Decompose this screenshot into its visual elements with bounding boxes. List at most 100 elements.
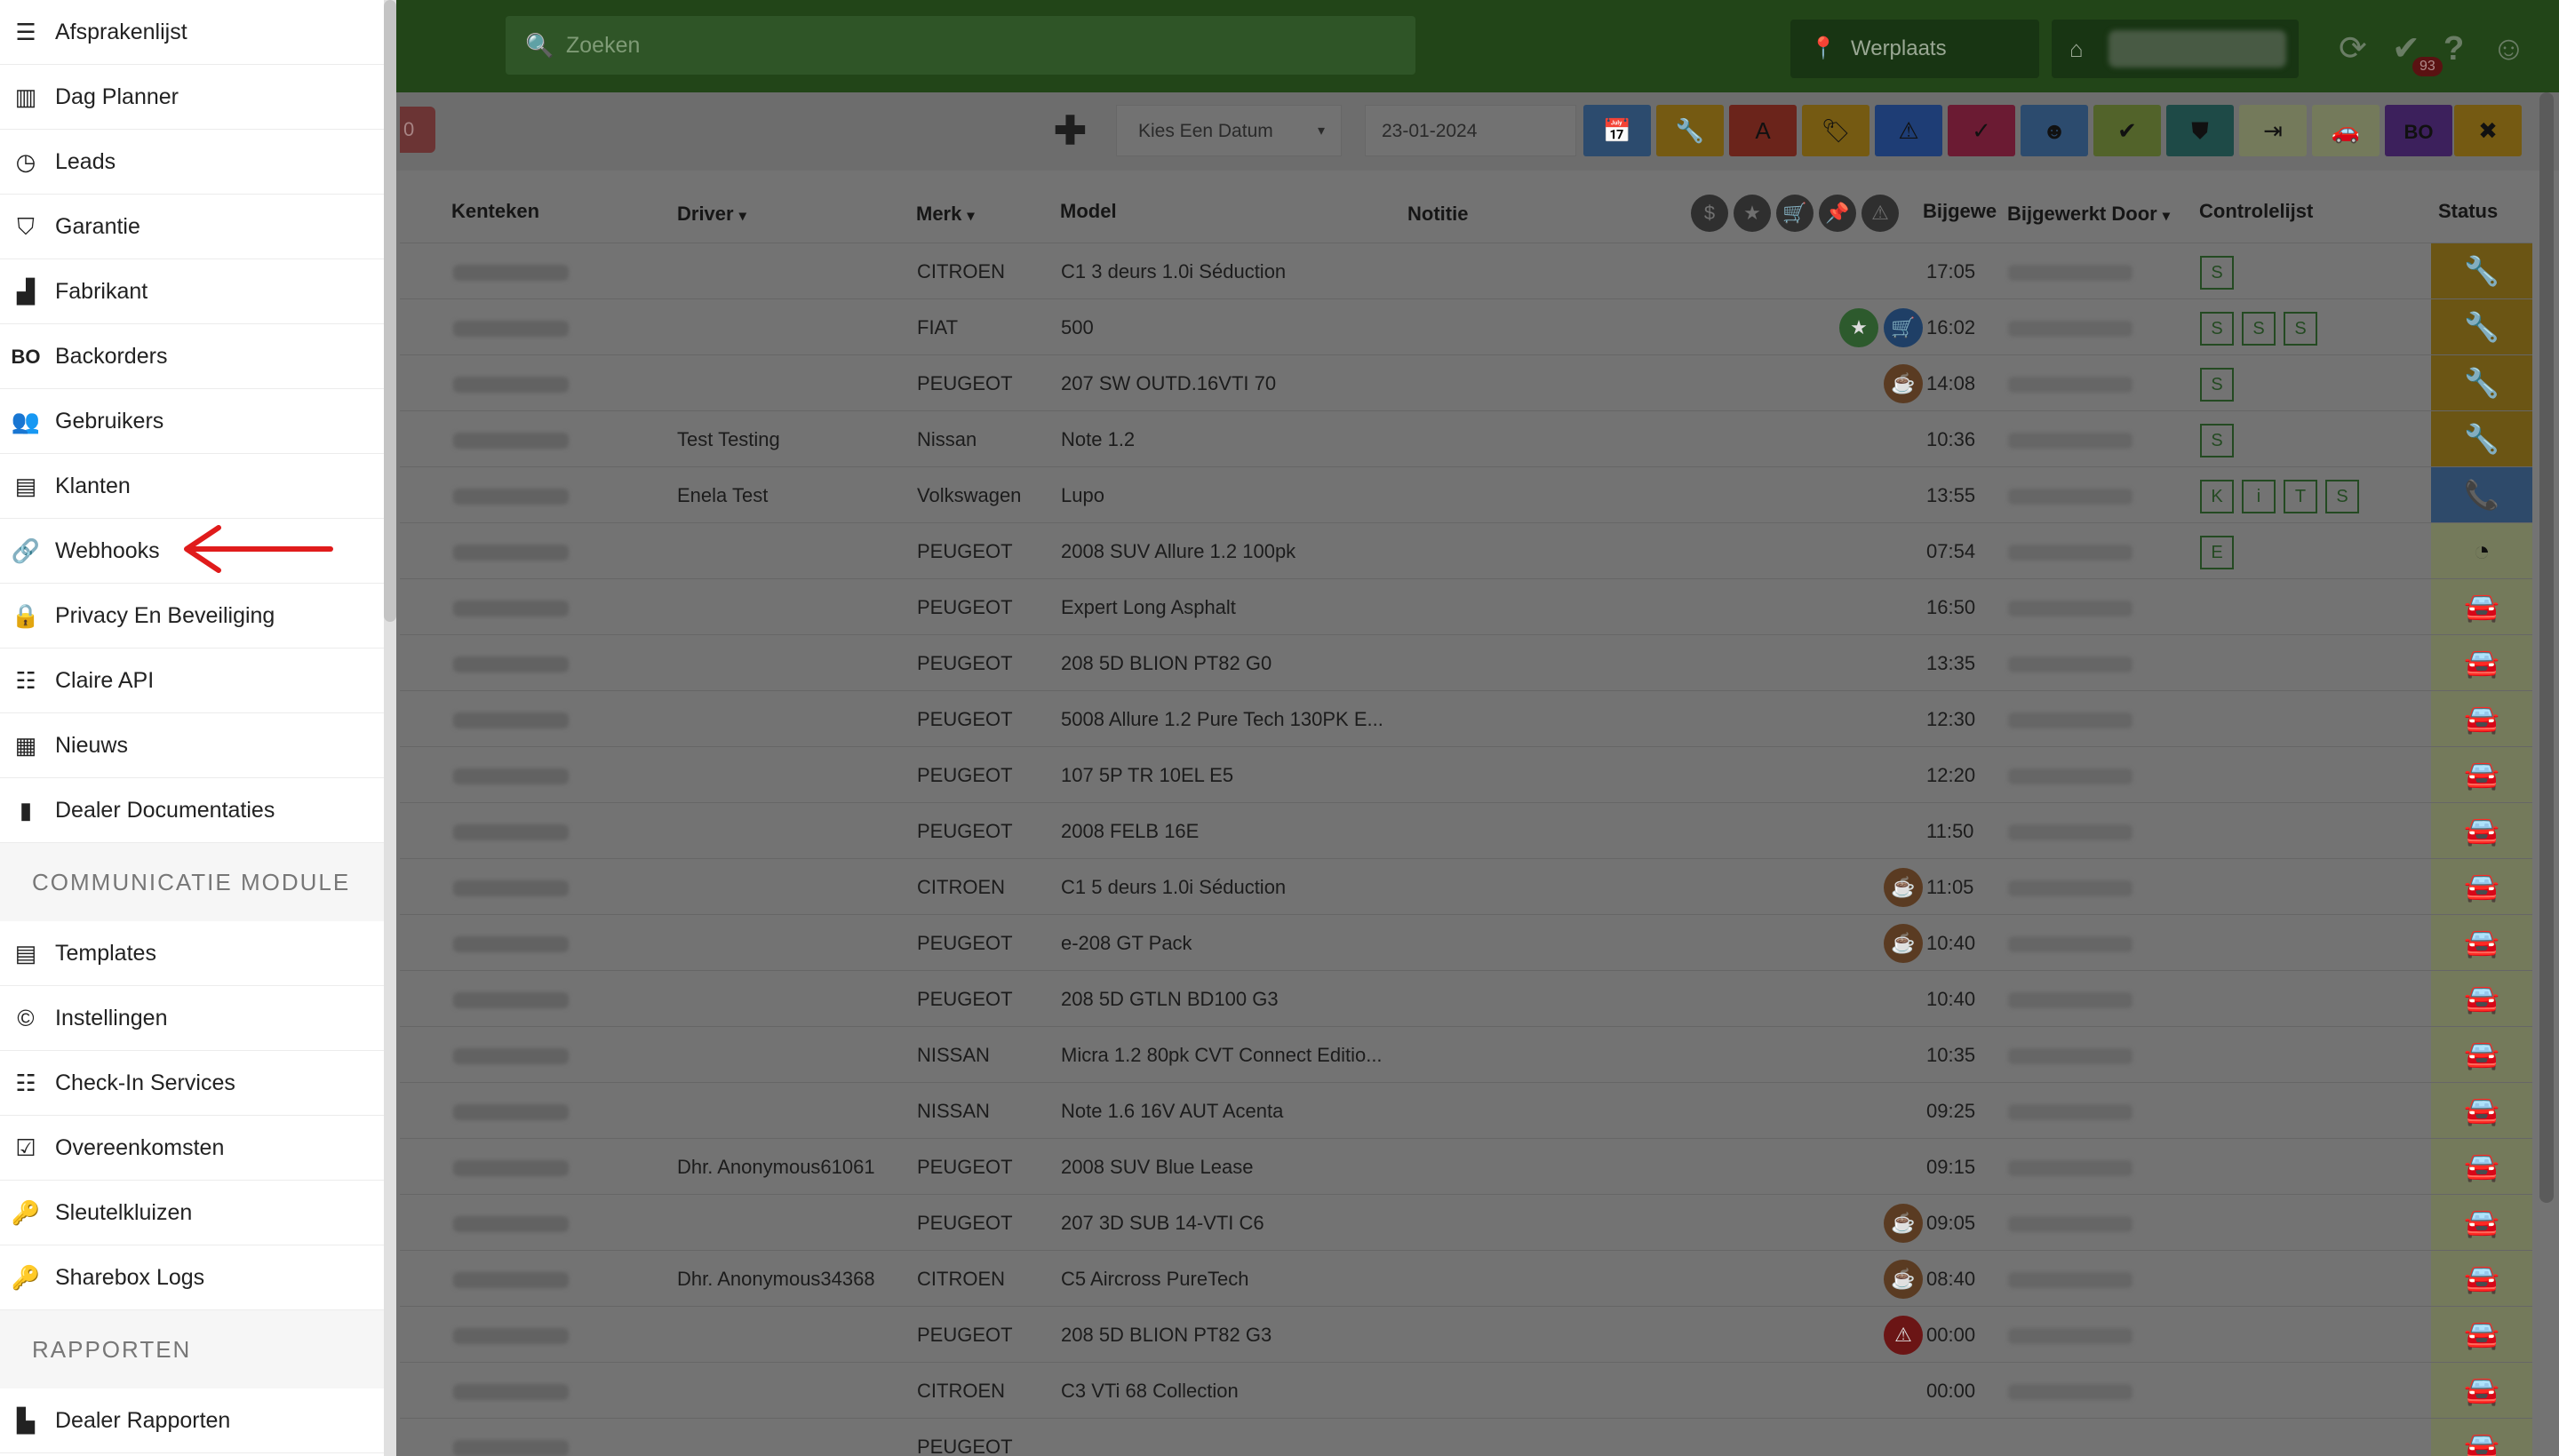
table-row[interactable]: PEUGEOT 107 5P TR 10EL E5 12:20 🚘 — [400, 746, 2532, 803]
sidebar-item-check-in-services[interactable]: ☷ Check-In Services — [0, 1051, 384, 1116]
page-scrollbar[interactable] — [2539, 92, 2554, 1203]
sidebar-item-dealer-documentaties[interactable]: ▮ Dealer Documentaties — [0, 778, 384, 843]
sidebar-item-claire-api[interactable]: ☷ Claire API — [0, 648, 384, 713]
coffee-icon[interactable]: ☕ — [1884, 364, 1923, 403]
status-button[interactable]: 🚘 — [2431, 635, 2532, 691]
checklist-badge[interactable]: S — [2325, 480, 2359, 513]
col-bijgewerkt-door[interactable]: Bijgewerkt Door ▾ — [2007, 203, 2170, 226]
col-controlelijst[interactable]: Controlelijst — [2199, 200, 2313, 223]
sidebar-item-templates[interactable]: ▤ Templates — [0, 921, 384, 986]
table-row[interactable]: PEUGEOT e-208 GT Pack ☕ 10:40 🚘 — [400, 914, 2532, 971]
sidebar-item-nieuws[interactable]: ▦ Nieuws — [0, 713, 384, 778]
status-button[interactable]: 🔧 — [2431, 355, 2532, 411]
sidebar-item-leads[interactable]: ◷ Leads — [0, 130, 384, 195]
pin-filter-icon[interactable]: 📌 — [1819, 195, 1856, 232]
warning-icon[interactable]: ⚠ — [1884, 1316, 1923, 1355]
table-row[interactable]: PEUGEOT Expert Long Asphalt 16:50 🚘 — [400, 578, 2532, 635]
status-button[interactable]: 🔧 — [2431, 299, 2532, 355]
table-row[interactable]: FIAT 500 ★ 🛒 16:02 S S S 🔧 — [400, 298, 2532, 355]
status-button[interactable]: 🚘 — [2431, 1139, 2532, 1195]
filter-cancel-button[interactable]: ✖ — [2454, 105, 2522, 156]
col-bijgewerkt[interactable]: Bijgewe — [1923, 200, 2003, 223]
table-row[interactable]: PEUGEOT 2008 FELB 16E 11:50 🚘 — [400, 802, 2532, 859]
add-appointment-button[interactable]: ✚ — [1054, 112, 1087, 151]
help-icon[interactable]: ? — [2443, 32, 2464, 66]
refresh-icon[interactable]: ⟳ — [2339, 32, 2367, 66]
table-row[interactable]: PEUGEOT 208 5D BLION PT82 G0 13:35 🚘 — [400, 634, 2532, 691]
checklist-badge[interactable]: S — [2200, 424, 2234, 457]
checklist-badge[interactable]: S — [2284, 312, 2317, 346]
checklist-badge[interactable]: T — [2284, 480, 2317, 513]
status-button[interactable]: 🚘 — [2431, 579, 2532, 635]
warning-filter-icon[interactable]: ⚠ — [1861, 195, 1899, 232]
status-button[interactable]: 🚘 — [2431, 1195, 2532, 1251]
col-notitie[interactable]: Notitie — [1407, 203, 1468, 226]
status-button[interactable]: 🚘 — [2431, 1083, 2532, 1139]
sidebar-item-backorders[interactable]: BO Backorders — [0, 324, 384, 389]
checklist-badge[interactable]: S — [2200, 312, 2234, 346]
status-button[interactable]: 🚘 — [2431, 691, 2532, 747]
coffee-icon[interactable]: ☕ — [1884, 868, 1923, 907]
sidebar-scrollbar-thumb[interactable] — [384, 0, 396, 622]
checklist-badge[interactable]: i — [2242, 480, 2276, 513]
status-button[interactable]: ◔ — [2431, 523, 2532, 579]
date-select[interactable]: Kies Een Datum ▾ — [1116, 105, 1342, 156]
sidebar-item-sleutelkluizen[interactable]: 🔑 Sleutelkluizen — [0, 1181, 384, 1245]
checklist-badge[interactable]: E — [2200, 536, 2234, 569]
sidebar-item-dealer-rapporten[interactable]: ▙ Dealer Rapporten — [0, 1388, 384, 1453]
table-row[interactable]: NISSAN Note 1.6 16V AUT Acenta 09:25 🚘 — [400, 1082, 2532, 1139]
status-button[interactable]: 🚘 — [2431, 1363, 2532, 1419]
checklist-badge[interactable]: S — [2200, 256, 2234, 290]
cart-icon[interactable]: 🛒 — [1884, 308, 1923, 347]
sidebar-item-garantie[interactable]: ⛉ Garantie — [0, 195, 384, 259]
coffee-icon[interactable]: ☕ — [1884, 1260, 1923, 1299]
filter-user-check-button[interactable]: ✓ — [1948, 105, 2015, 156]
status-button[interactable]: 🚘 — [2431, 1027, 2532, 1083]
table-row[interactable]: CITROEN C1 5 deurs 1.0i Séduction ☕ 11:05 🚘 — [400, 858, 2532, 915]
filter-warning-button[interactable]: ⚠ — [1875, 105, 1942, 156]
status-button[interactable]: 🚘 — [2431, 803, 2532, 859]
table-row[interactable]: PEUGEOT 🚘 — [400, 1418, 2532, 1456]
star-filter-icon[interactable]: ★ — [1734, 195, 1771, 232]
filter-calendar-button[interactable]: 📅 — [1583, 105, 1651, 156]
status-button[interactable]: 🔧 — [2431, 243, 2532, 299]
dollar-filter-icon[interactable]: $ — [1691, 195, 1728, 232]
status-button[interactable]: 🚘 — [2431, 1419, 2532, 1456]
table-row[interactable]: PEUGEOT 5008 Allure 1.2 Pure Tech 130PK E… — [400, 690, 2532, 747]
filter-backorder-button[interactable]: BO — [2385, 105, 2452, 156]
sidebar-item-sharebox-logs[interactable]: 🔑 Sharebox Logs — [0, 1245, 384, 1310]
sidebar-item-klanten[interactable]: ▤ Klanten — [0, 454, 384, 519]
date-input[interactable]: 23-01-2024 — [1365, 105, 1576, 156]
user-icon[interactable]: ☺ — [2491, 32, 2526, 66]
star-icon[interactable]: ★ — [1839, 308, 1878, 347]
table-row[interactable]: Dhr. Anonymous34368 CITROEN C5 Aircross Pu… — [400, 1250, 2532, 1307]
status-button[interactable]: 📞 — [2431, 467, 2532, 523]
col-status[interactable]: Status — [2438, 200, 2498, 223]
filter-smile-button[interactable]: ☻ — [2021, 105, 2088, 156]
sidebar-item-instellingen[interactable]: © Instellingen — [0, 986, 384, 1051]
status-button[interactable]: 🚘 — [2431, 747, 2532, 803]
sidebar-item-privacy-en-beveiliging[interactable]: 🔒 Privacy En Beveiliging — [0, 584, 384, 648]
status-button[interactable]: 🚘 — [2431, 859, 2532, 915]
filter-a-letter-button[interactable]: A — [1729, 105, 1797, 156]
partial-red-button[interactable]: 0 — [400, 107, 435, 153]
col-merk[interactable]: Merk ▾ — [916, 203, 975, 226]
status-button[interactable]: 🚘 — [2431, 971, 2532, 1027]
table-row[interactable]: PEUGEOT 207 3D SUB 14-VTI C6 ☕ 09:05 🚘 — [400, 1194, 2532, 1251]
col-driver[interactable]: Driver ▾ — [677, 203, 746, 226]
table-row[interactable]: CITROEN C3 VTi 68 Collection 00:00 🚘 — [400, 1362, 2532, 1419]
sidebar-item-afsprakenlijst[interactable]: ☰ Afsprakenlijst — [0, 0, 384, 65]
table-row[interactable]: Enela Test Volkswagen Lupo 13:55 Ki T S 📞 — [400, 466, 2532, 523]
status-button[interactable]: 🔧 — [2431, 411, 2532, 467]
table-row[interactable]: PEUGEOT 207 SW OUTD.16VTI 70 ☕ 14:08 S 🔧 — [400, 354, 2532, 411]
sidebar-item-overeenkomsten[interactable]: ☑ Overeenkomsten — [0, 1116, 384, 1181]
sidebar-item-fabrikant[interactable]: ▟ Fabrikant — [0, 259, 384, 324]
coffee-icon[interactable]: ☕ — [1884, 924, 1923, 963]
col-kenteken[interactable]: Kenteken — [451, 200, 539, 223]
col-model[interactable]: Model — [1060, 200, 1117, 223]
checklist-badge[interactable]: K — [2200, 480, 2234, 513]
table-row[interactable]: CITROEN C1 3 deurs 1.0i Séduction 17:05 S 🔧 — [400, 243, 2532, 299]
table-row[interactable]: PEUGEOT 208 5D BLION PT82 G3 ⚠ 00:00 🚘 — [400, 1306, 2532, 1363]
search-input[interactable]: 🔍 Zoeken — [506, 16, 1415, 75]
filter-car-button[interactable]: 🚗 — [2312, 105, 2380, 156]
